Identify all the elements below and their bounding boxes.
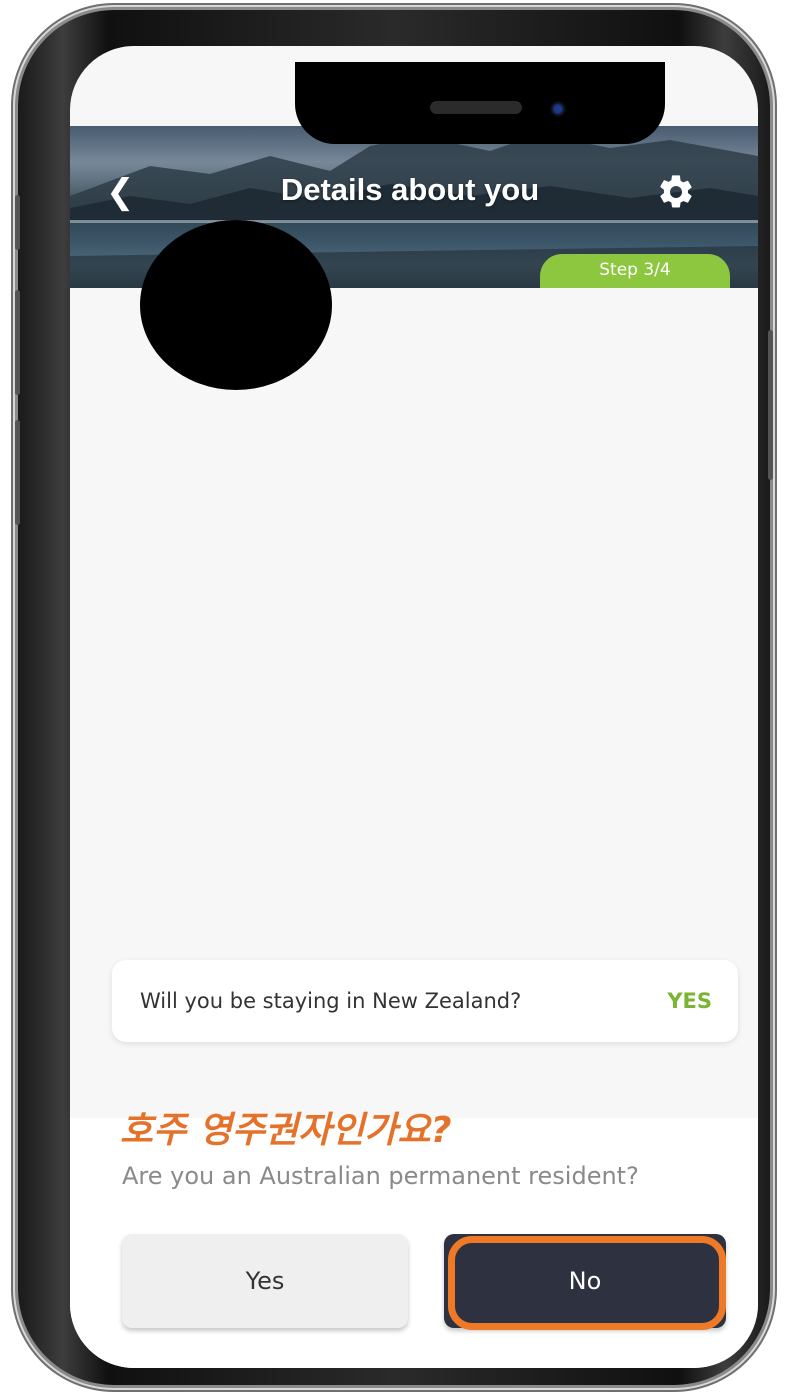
front-camera: [550, 101, 566, 117]
answered-question-value: YES: [667, 989, 712, 1013]
gear-icon[interactable]: [656, 172, 696, 212]
page-title: Details about you: [280, 172, 540, 207]
korean-annotation: 호주 영주권자인가요?: [120, 1110, 452, 1151]
mute-switch: [15, 195, 20, 250]
volume-up-button: [15, 290, 20, 395]
yes-button[interactable]: Yes: [122, 1234, 408, 1328]
answered-question-card[interactable]: Will you be staying in New Zealand? YES: [112, 960, 738, 1042]
highlight-outline: [448, 1236, 726, 1330]
power-button: [768, 330, 773, 480]
volume-down-button: [15, 420, 20, 525]
phone-frame: ❮ Details about you Step 3/4 Will you be…: [15, 10, 773, 1385]
chevron-left-icon[interactable]: ❮: [106, 172, 140, 212]
avatar: [140, 220, 332, 390]
step-badge: Step 3/4: [540, 254, 730, 288]
phone-screen: ❮ Details about you Step 3/4 Will you be…: [70, 46, 758, 1368]
speaker-grille: [430, 101, 522, 114]
answered-question-text: Will you be staying in New Zealand?: [140, 989, 522, 1013]
question-text: Are you an Australian permanent resident…: [122, 1162, 639, 1190]
